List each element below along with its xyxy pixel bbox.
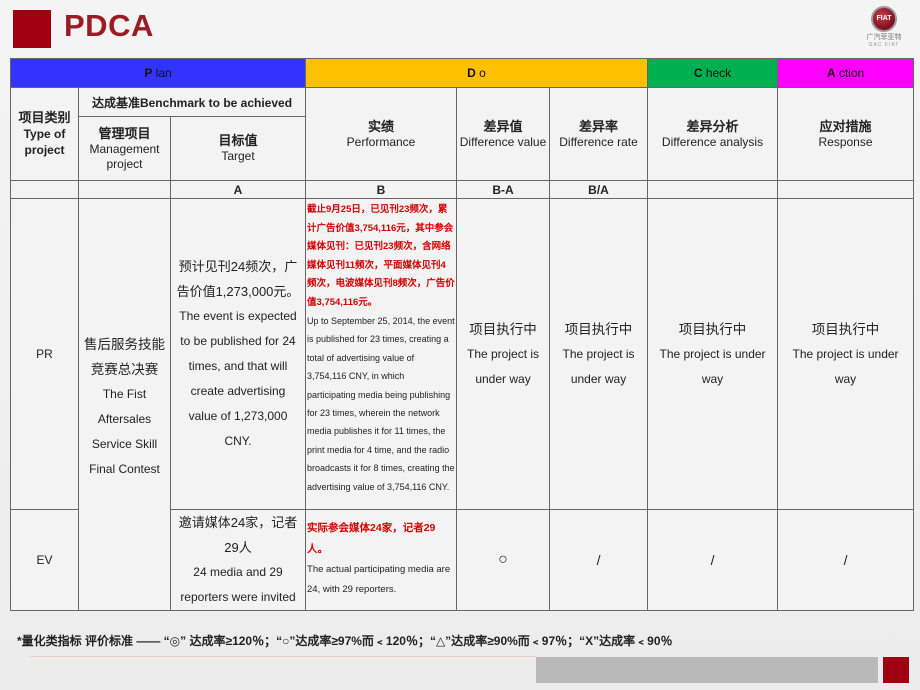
formula-row: A B B-A B/A: [10, 180, 915, 199]
formula-a: A: [169, 180, 307, 199]
phase-header-row: P lan D o C heck A ction: [9, 58, 915, 88]
response-cell: 项目执行中 The project is under way: [777, 198, 915, 510]
type-cell: PR: [10, 198, 79, 510]
diff-analysis-cell: /: [647, 509, 779, 611]
footer-gray-bar: [536, 657, 878, 683]
brand-logo: FIAT 广汽菲亚特 GAC FIAT: [856, 4, 912, 54]
diff-analysis-cell: 项目执行中 The project is under way: [647, 198, 779, 510]
header-response: 应对措施 Response: [777, 87, 915, 181]
footer-red-square: [883, 657, 909, 683]
diff-rate-cell: 项目执行中 The project is under way: [549, 198, 649, 510]
header-target: 目标值 Target: [169, 116, 307, 181]
brand-subtext: GAC FIAT: [868, 42, 900, 48]
header-diff-analysis: 差异分析 Difference analysis: [647, 87, 779, 181]
diff-value-cell: 项目执行中 The project is under way: [456, 198, 551, 510]
brand-square-icon: [13, 10, 51, 48]
performance-cell: 截止9月25日，已见刊23频次，累计广告价值3,754,116元，其中参会媒体见…: [305, 198, 458, 510]
pdca-table: P lan D o C heck A ction 项目类别 Type of pr…: [9, 58, 915, 611]
target-cell: 预计见刊24频次，广 告价值1,273,000元。 The event is e…: [169, 198, 307, 510]
formula-b-div-a: B/A: [549, 180, 649, 199]
header-diff-value: 差异值 Difference value: [456, 87, 551, 181]
phase-check: C heck: [647, 58, 779, 88]
header-management: 管理项目 Management project: [78, 116, 171, 181]
formula-b-minus-a: B-A: [456, 180, 551, 199]
diff-value-cell: ○: [456, 509, 551, 611]
target-cell: 邀请媒体24家，记者 29人 24 media and 29 reporters…: [169, 509, 307, 611]
performance-cell: 实际参会媒体24家，记者29人。 The actual participatin…: [305, 509, 458, 611]
type-cell: EV: [10, 509, 79, 611]
fiat-logo-icon: FIAT: [871, 6, 897, 32]
response-cell: /: [777, 509, 915, 611]
page-title: PDCA: [64, 8, 154, 43]
formula-b: B: [305, 180, 458, 199]
phase-do: D o: [305, 58, 649, 88]
table-row-pr: PR 售后服务技能 竞赛总决赛 The Fist Aftersales Serv…: [10, 198, 915, 611]
header-performance: 实绩 Performance: [305, 87, 458, 181]
management-project-cell: 售后服务技能 竞赛总决赛 The Fist Aftersales Service…: [78, 198, 171, 611]
diff-rate-cell: /: [549, 509, 649, 611]
header-type: 项目类别 Type of project: [10, 87, 79, 181]
phase-action: A ction: [777, 58, 915, 88]
evaluation-footnote: *量化类指标 评价标准 —— “◎” 达成率≥120％；“○”达成率≥97%而﹤…: [17, 634, 673, 648]
header-benchmark: 达成基准Benchmark to be achieved: [77, 87, 307, 117]
divider: [30, 656, 536, 657]
brand-text: 广汽菲亚特: [866, 34, 902, 41]
header-diff-rate: 差异率 Difference rate: [549, 87, 649, 181]
phase-plan: P lan: [9, 58, 307, 88]
column-header-row-1: 项目类别 Type of project 达成基准Benchmark to be…: [10, 87, 915, 181]
